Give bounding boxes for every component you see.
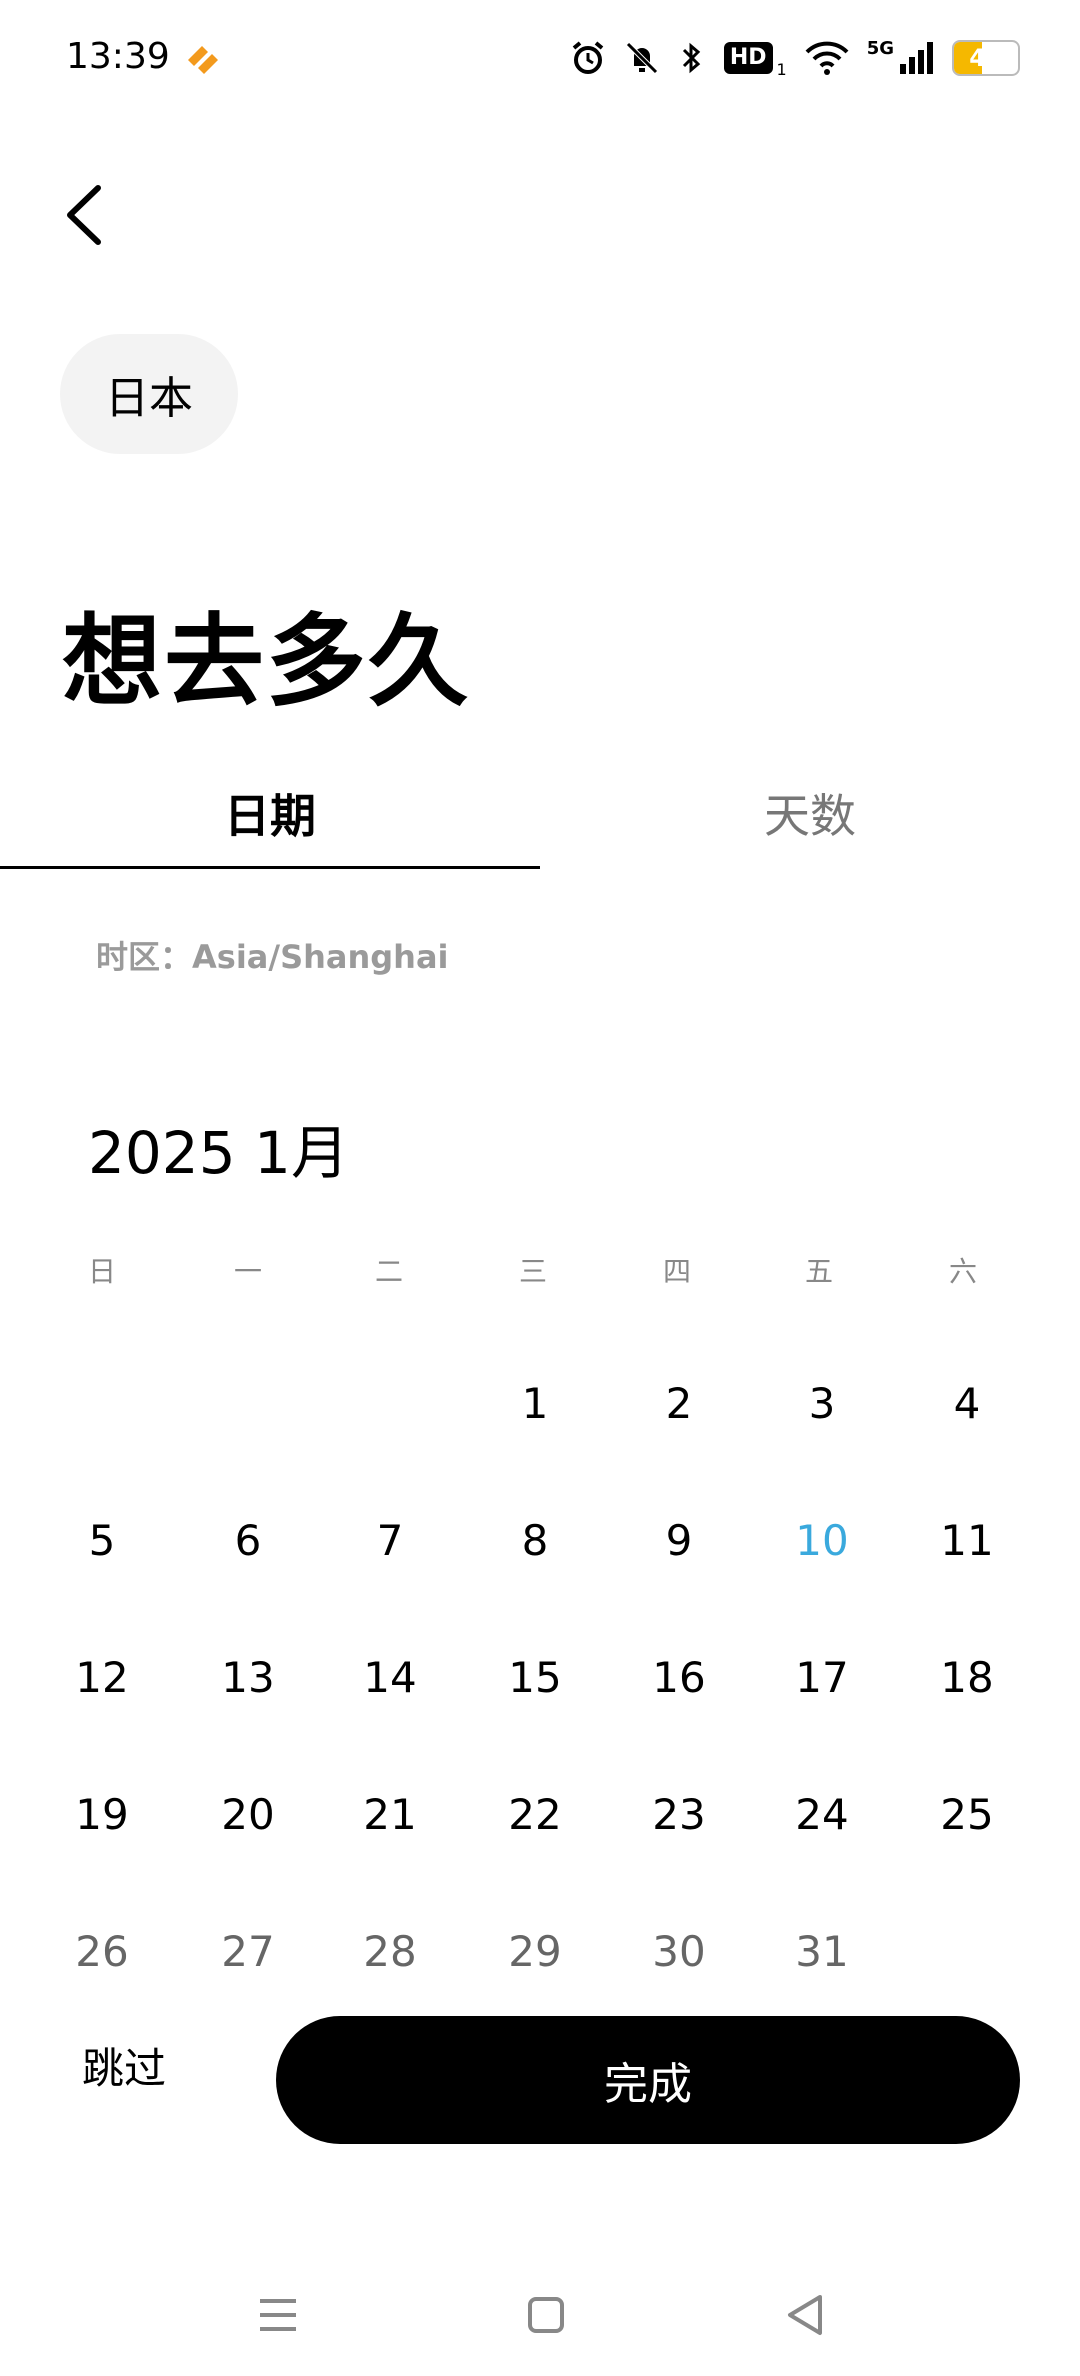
calendar-day[interactable]: 24 — [749, 1775, 895, 1855]
calendar-day[interactable]: 19 — [29, 1775, 175, 1855]
calendar-day[interactable]: 11 — [894, 1501, 1040, 1581]
weekday-thu: 四 — [662, 1255, 691, 1288]
calendar-day[interactable]: 29 — [462, 1912, 608, 1992]
status-icons: HD 1 5G 43 — [570, 34, 1020, 82]
done-button[interactable]: 完成 — [276, 2016, 1020, 2144]
calendar-day[interactable]: 15 — [462, 1638, 608, 1718]
calendar-day[interactable]: 8 — [462, 1501, 608, 1581]
calendar-day[interactable]: 3 — [749, 1364, 895, 1444]
app-notification-icon — [182, 40, 222, 76]
calendar-day[interactable]: 18 — [894, 1638, 1040, 1718]
signal-icon — [900, 42, 933, 74]
calendar-day-today[interactable]: 10 — [749, 1501, 895, 1581]
calendar-day[interactable]: 20 — [175, 1775, 321, 1855]
tab-underline — [0, 866, 540, 869]
back-button[interactable] — [56, 180, 116, 250]
calendar-day[interactable]: 9 — [606, 1501, 752, 1581]
menu-icon[interactable] — [248, 2285, 308, 2345]
calendar-day[interactable]: 26 — [29, 1912, 175, 1992]
calendar-day[interactable]: 28 — [317, 1912, 463, 1992]
tab-days[interactable]: 天数 — [540, 780, 1080, 846]
wifi-icon — [805, 41, 849, 75]
hd-sub: 1 — [776, 59, 787, 79]
calendar-day[interactable]: 27 — [175, 1912, 321, 1992]
calendar-day[interactable]: 31 — [749, 1912, 895, 1992]
timezone-label: 时区：Asia/Shanghai — [96, 938, 449, 976]
mute-bell-icon — [626, 42, 658, 74]
bluetooth-icon — [682, 42, 701, 74]
month-title: 2025 1月 — [88, 1119, 349, 1187]
calendar-day[interactable]: 14 — [317, 1638, 463, 1718]
calendar-day[interactable]: 4 — [894, 1364, 1040, 1444]
weekday-sat: 六 — [948, 1255, 977, 1288]
calendar-day[interactable]: 13 — [175, 1638, 321, 1718]
back-triangle-icon[interactable] — [776, 2285, 836, 2345]
back-arrow-icon — [67, 185, 101, 245]
network-type: 5G — [866, 37, 894, 59]
skip-button[interactable]: 跳过 — [82, 2035, 166, 2096]
weekday-mon: 一 — [233, 1255, 262, 1288]
battery-level: 43 — [969, 44, 1003, 72]
alarm-icon — [572, 41, 604, 74]
calendar-day[interactable]: 22 — [462, 1775, 608, 1855]
calendar-day[interactable]: 6 — [175, 1501, 321, 1581]
weekday-wed: 三 — [518, 1255, 547, 1288]
status-time: 13:39 — [66, 36, 170, 77]
calendar-day[interactable]: 21 — [317, 1775, 463, 1855]
calendar-day[interactable]: 23 — [606, 1775, 752, 1855]
calendar-day[interactable]: 25 — [894, 1775, 1040, 1855]
calendar-day[interactable]: 7 — [317, 1501, 463, 1581]
calendar-day[interactable]: 5 — [29, 1501, 175, 1581]
weekday-fri: 五 — [804, 1255, 833, 1288]
calendar-day[interactable]: 30 — [606, 1912, 752, 1992]
calendar-day[interactable]: 1 — [462, 1364, 608, 1444]
hd-badge: HD — [723, 42, 773, 74]
tab-date[interactable]: 日期 — [0, 780, 540, 846]
calendar-day[interactable]: 12 — [29, 1638, 175, 1718]
calendar-day[interactable]: 2 — [606, 1364, 752, 1444]
calendar-day[interactable]: 16 — [606, 1638, 752, 1718]
home-icon[interactable] — [516, 2285, 576, 2345]
battery-icon: 43 — [952, 40, 1020, 76]
calendar-day[interactable]: 17 — [749, 1638, 895, 1718]
country-chip[interactable]: 日本 — [60, 334, 238, 454]
weekday-tue: 二 — [374, 1255, 403, 1288]
page-title: 想去多久 — [62, 603, 470, 720]
weekday-sun: 日 — [87, 1255, 116, 1288]
